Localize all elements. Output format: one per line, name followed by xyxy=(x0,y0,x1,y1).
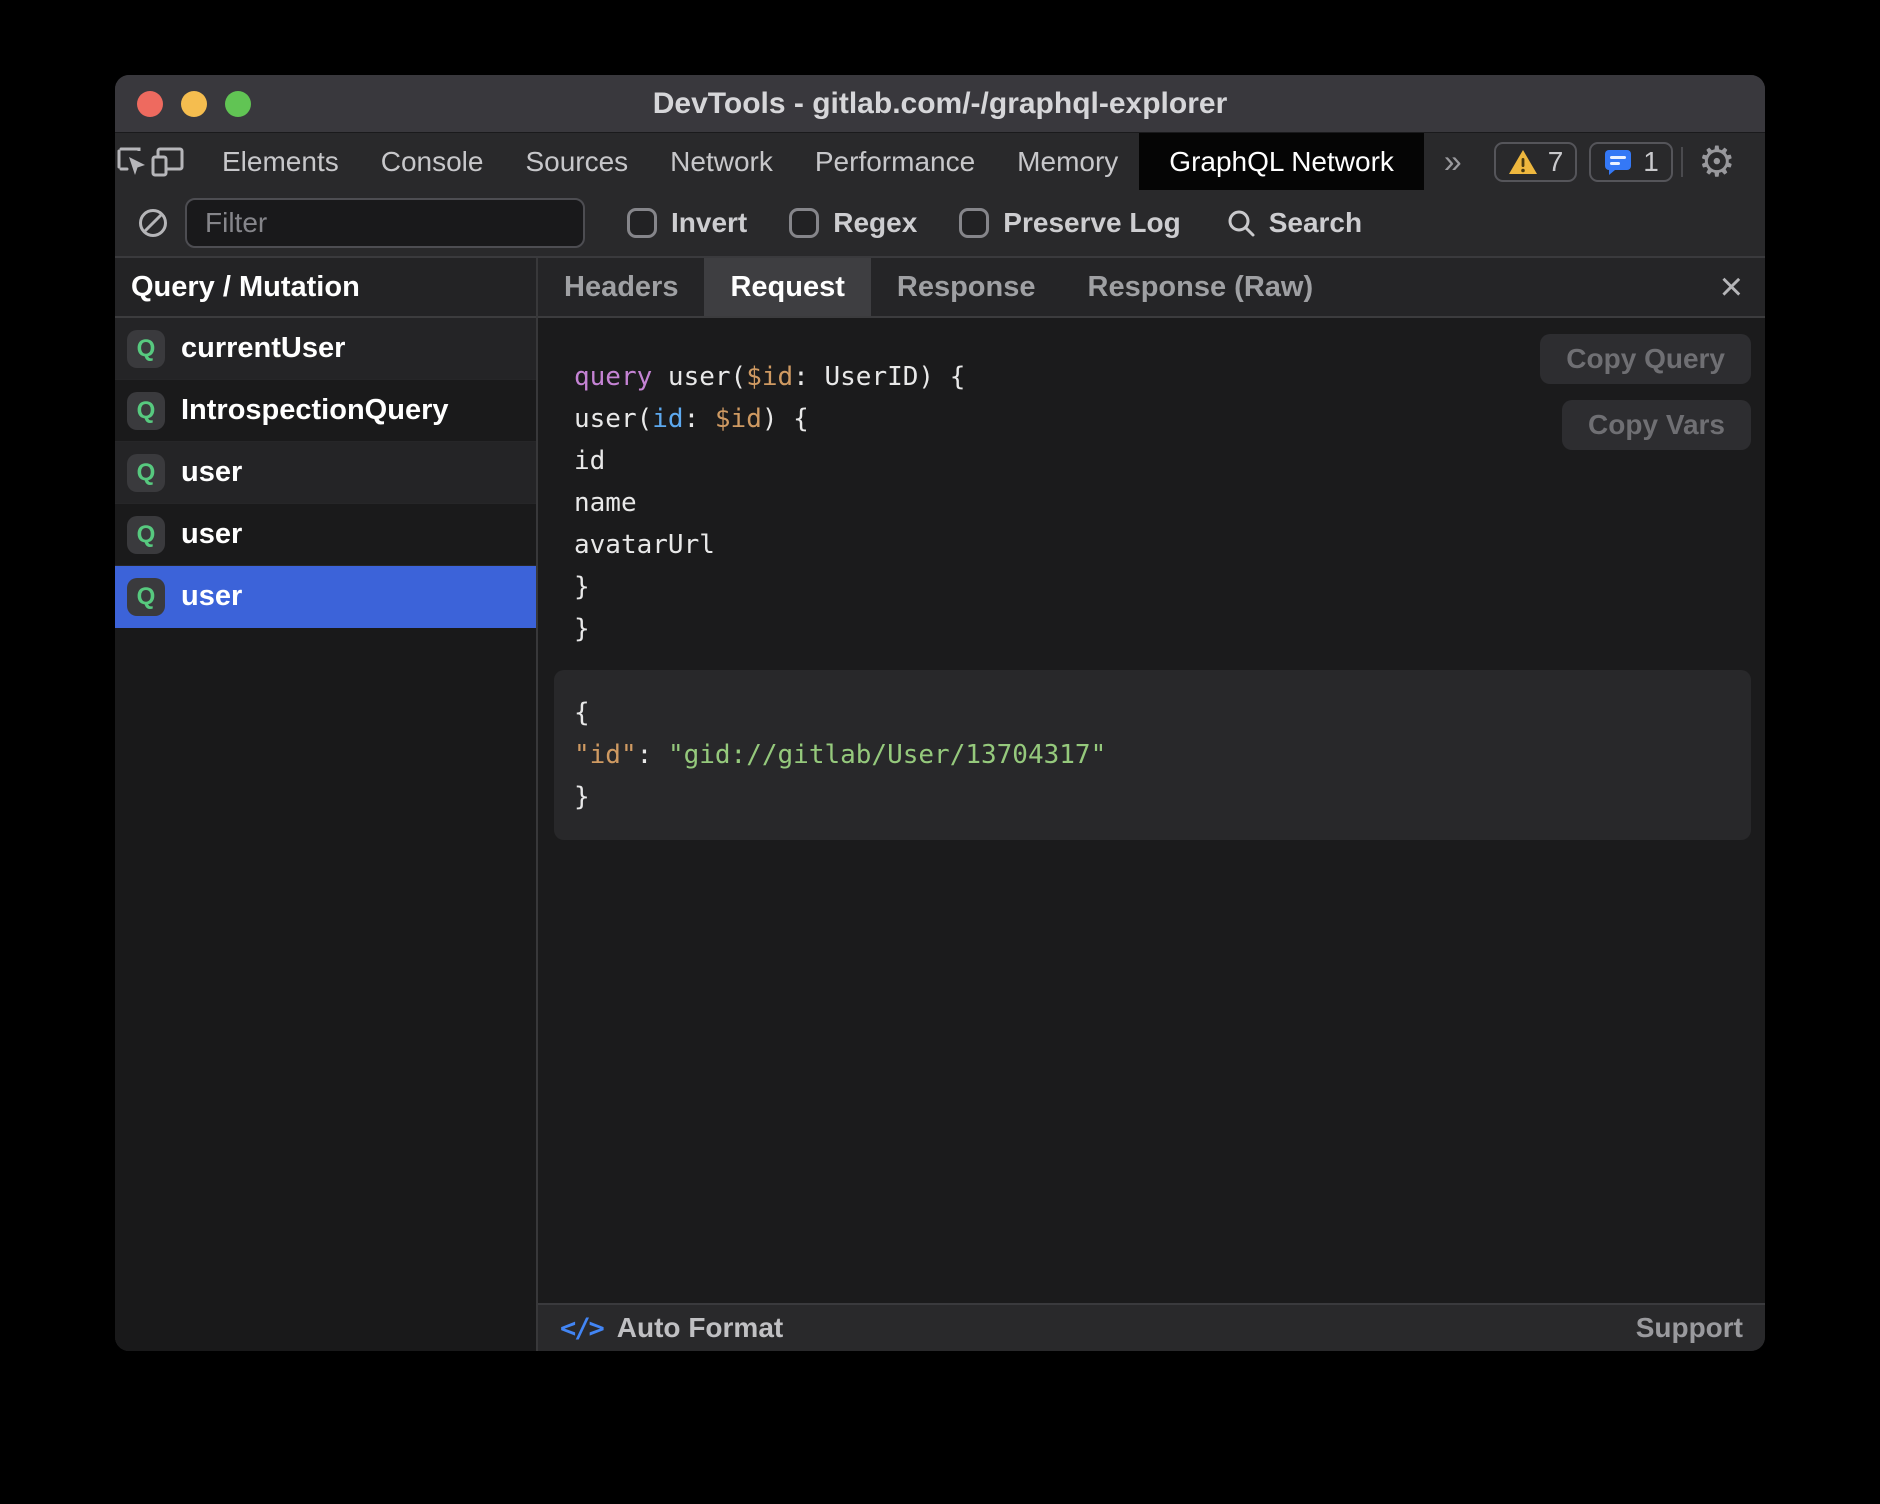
detail-tabs: HeadersRequestResponseResponse (Raw) × xyxy=(538,258,1765,318)
search-icon xyxy=(1225,207,1257,239)
auto-format-button[interactable]: Auto Format xyxy=(617,1312,783,1344)
search-label: Search xyxy=(1269,207,1362,239)
graphql-variables-box: { "id": "gid://gitlab/User/13704317"} xyxy=(554,670,1751,840)
devtools-toolbar: ElementsConsoleSourcesNetworkPerformance… xyxy=(115,133,1765,190)
tab-graphql-network[interactable]: GraphQL Network xyxy=(1139,133,1424,190)
messages-badge[interactable]: 1 xyxy=(1589,142,1673,182)
filter-checkboxes: Invert Regex Preserve Log xyxy=(585,207,1181,239)
checkbox-label: Regex xyxy=(833,207,917,239)
window-title: DevTools - gitlab.com/-/graphql-explorer xyxy=(115,87,1765,121)
request-tab-content: Copy Query Copy Vars query user($id: Use… xyxy=(538,318,1765,1303)
checkbox-regex[interactable]: Regex xyxy=(789,207,917,239)
request-row-introspectionquery-1[interactable]: Q IntrospectionQuery xyxy=(115,380,536,442)
device-toolbar-icon[interactable] xyxy=(149,133,185,190)
request-row-currentuser-0[interactable]: QcurrentUser xyxy=(115,318,536,380)
tab-network[interactable]: Network xyxy=(649,133,794,190)
detail-tab-response-raw[interactable]: Response (Raw) xyxy=(1062,258,1340,316)
request-row-user-3[interactable]: Quser xyxy=(115,504,536,566)
query-type-badge: Q xyxy=(127,516,165,554)
devtools-window: DevTools - gitlab.com/-/graphql-explorer… xyxy=(115,75,1765,1351)
code-line: name xyxy=(574,482,1765,524)
checkbox-box-regex[interactable] xyxy=(789,208,819,238)
detail-tab-response[interactable]: Response xyxy=(871,258,1062,316)
message-bubble-icon xyxy=(1603,148,1633,176)
auto-format-icon: </> xyxy=(560,1313,603,1344)
request-row-user-2[interactable]: Quser xyxy=(115,442,536,504)
toolbar-right: 7 1 ⚙ xyxy=(1482,133,1765,190)
request-label: IntrospectionQuery xyxy=(181,394,449,427)
warnings-badge[interactable]: 7 xyxy=(1494,142,1578,182)
checkbox-invert[interactable]: Invert xyxy=(627,207,747,239)
warning-triangle-icon xyxy=(1508,149,1538,175)
code-line: } xyxy=(574,776,1731,818)
tab-sources[interactable]: Sources xyxy=(504,133,649,190)
filter-input[interactable] xyxy=(185,198,585,248)
support-link[interactable]: Support xyxy=(1636,1312,1743,1344)
copy-vars-button[interactable]: Copy Vars xyxy=(1562,400,1751,450)
search-button[interactable]: Search xyxy=(1225,207,1362,239)
tab-performance[interactable]: Performance xyxy=(794,133,996,190)
query-type-badge: Q xyxy=(127,454,165,492)
checkbox-label: Preserve Log xyxy=(1003,207,1180,239)
request-label: currentUser xyxy=(181,332,345,365)
detail-tab-headers[interactable]: Headers xyxy=(538,258,704,316)
copy-query-button[interactable]: Copy Query xyxy=(1540,334,1751,384)
request-list-header: Query / Mutation xyxy=(115,258,536,318)
main-area: Query / Mutation QcurrentUserQIntrospect… xyxy=(115,258,1765,1351)
main-tabs: ElementsConsoleSourcesNetworkPerformance… xyxy=(201,133,1424,190)
code-line: { xyxy=(574,692,1731,734)
more-tabs-icon[interactable]: » xyxy=(1424,133,1482,190)
tab-elements[interactable]: Elements xyxy=(201,133,360,190)
titlebar: DevTools - gitlab.com/-/graphql-explorer xyxy=(115,75,1765,133)
request-list-panel: Query / Mutation QcurrentUserQIntrospect… xyxy=(115,258,538,1351)
toolbar-divider xyxy=(1681,147,1683,177)
request-list: QcurrentUserQIntrospectionQueryQuserQuse… xyxy=(115,318,536,628)
checkbox-box-invert[interactable] xyxy=(627,208,657,238)
query-type-badge: Q xyxy=(127,578,165,616)
checkbox-preserve-log[interactable]: Preserve Log xyxy=(959,207,1180,239)
detail-tabs-list: HeadersRequestResponseResponse (Raw) xyxy=(538,258,1339,316)
tab-console[interactable]: Console xyxy=(360,133,505,190)
block-requests-icon[interactable] xyxy=(137,207,169,239)
warning-count: 7 xyxy=(1548,146,1564,178)
code-line: } xyxy=(574,566,1765,608)
settings-gear-icon[interactable]: ⚙ xyxy=(1691,141,1743,183)
detail-footer: </> Auto Format Support xyxy=(538,1303,1765,1351)
inspect-element-icon[interactable] xyxy=(115,133,149,190)
code-line: } xyxy=(574,608,1765,650)
filter-bar: Invert Regex Preserve Log Search xyxy=(115,190,1765,258)
request-label: user xyxy=(181,580,242,613)
request-row-user-4[interactable]: Quser xyxy=(115,566,536,628)
checkbox-box-preserve-log[interactable] xyxy=(959,208,989,238)
query-type-badge: Q xyxy=(127,392,165,430)
request-label: user xyxy=(181,518,242,551)
checkbox-label: Invert xyxy=(671,207,747,239)
close-detail-icon[interactable]: × xyxy=(1698,258,1765,316)
code-line: avatarUrl xyxy=(574,524,1765,566)
query-type-badge: Q xyxy=(127,330,165,368)
request-label: user xyxy=(181,456,242,489)
tab-memory[interactable]: Memory xyxy=(996,133,1139,190)
detail-panel: HeadersRequestResponseResponse (Raw) × C… xyxy=(538,258,1765,1351)
message-count: 1 xyxy=(1643,146,1659,178)
detail-tab-request[interactable]: Request xyxy=(704,258,870,316)
kebab-menu-icon[interactable] xyxy=(1743,145,1765,178)
code-line: "id": "gid://gitlab/User/13704317" xyxy=(574,734,1731,776)
